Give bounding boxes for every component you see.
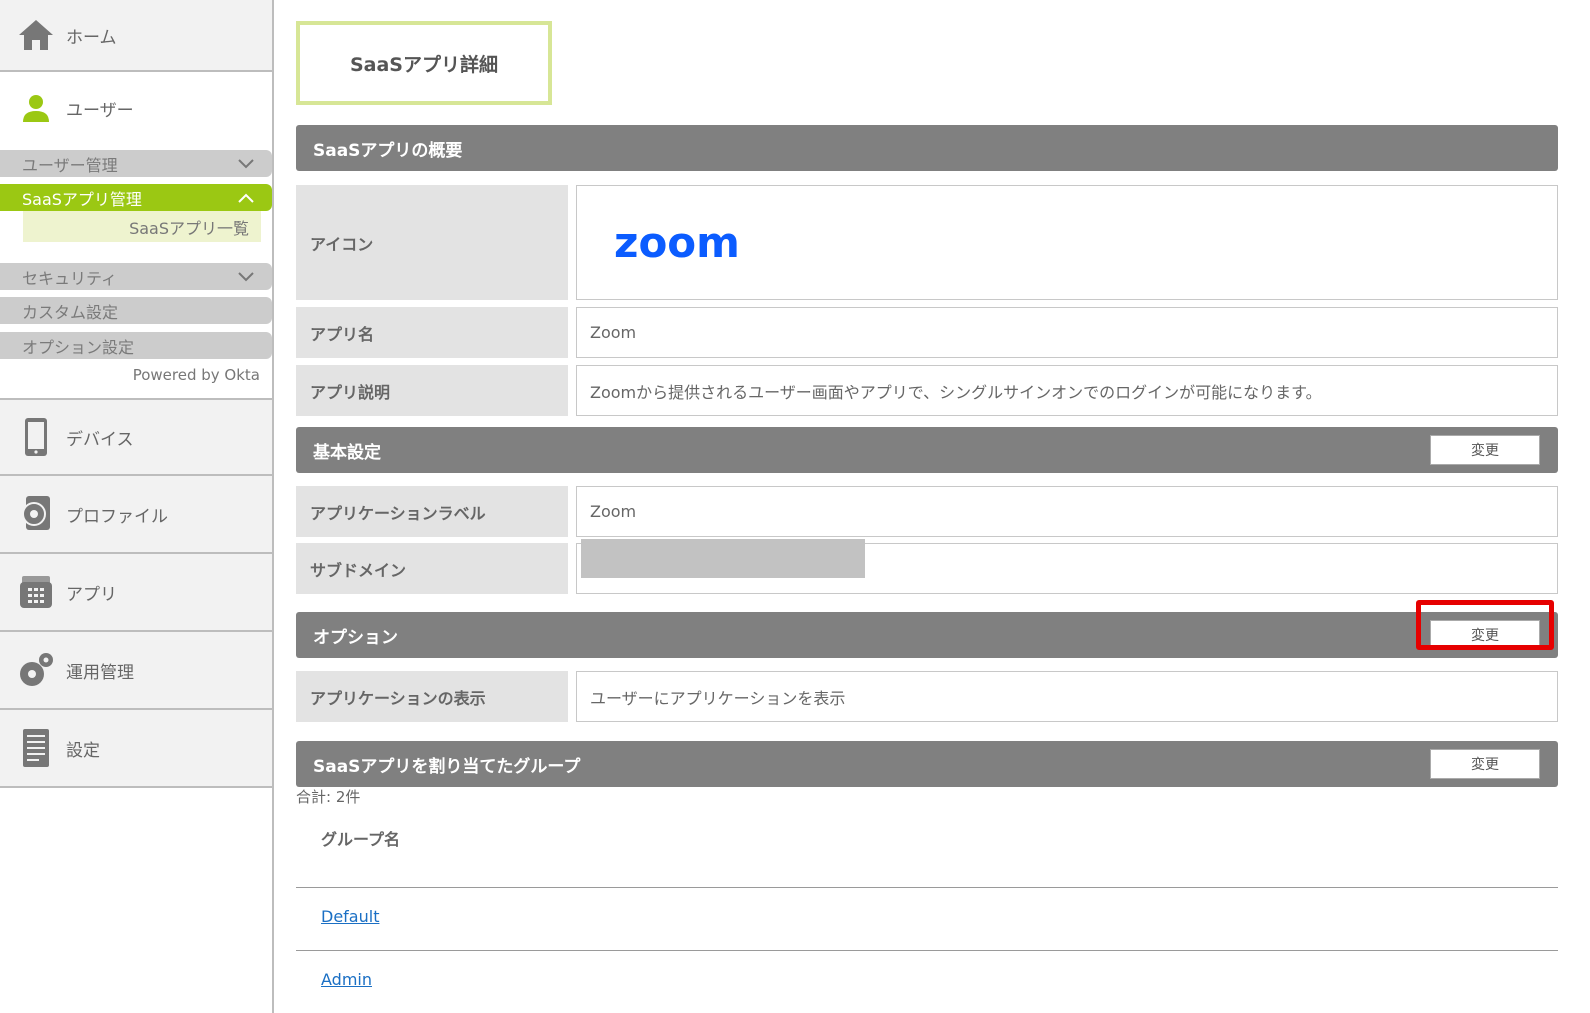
user-icon <box>16 88 56 128</box>
powered-by-text: Powered by Okta <box>132 366 260 384</box>
nav-device-label: デバイス <box>66 429 134 450</box>
app-name-label: アプリ名 <box>296 307 568 358</box>
zoom-logo: zoom <box>614 218 740 267</box>
basic-settings-section-header: 基本設定 <box>296 427 1558 473</box>
app-display-value: ユーザーにアプリケーションを表示 <box>576 671 1558 722</box>
icon-value: zoom <box>576 185 1558 300</box>
nav-user-label: ユーザー <box>66 100 134 121</box>
chevron-down-icon <box>234 265 258 289</box>
overview-section-header: SaaSアプリの概要 <box>296 125 1558 171</box>
sidebar-item-saas-list[interactable]: SaaSアプリ一覧 <box>23 211 261 242</box>
smartphone-icon <box>16 417 56 457</box>
icon-label: アイコン <box>296 185 568 300</box>
chevron-down-icon <box>234 152 258 176</box>
sidebar-item-saas-management[interactable]: SaaSアプリ管理 <box>0 184 272 211</box>
group-link-default[interactable]: Default <box>321 907 379 926</box>
sidebar-item-option-settings[interactable]: オプション設定 <box>0 332 272 359</box>
sidebar-item-user-management[interactable]: ユーザー管理 <box>0 150 272 177</box>
sidebar-item-custom-settings[interactable]: カスタム設定 <box>0 297 272 324</box>
table-divider <box>296 887 1558 888</box>
nav-profile[interactable]: プロファイル <box>0 476 272 554</box>
app-display-label: アプリケーションの表示 <box>296 671 568 722</box>
subdomain-label: サブドメイン <box>296 543 568 594</box>
home-icon <box>16 15 56 55</box>
document-icon <box>16 728 56 768</box>
nav-operations[interactable]: 運用管理 <box>0 632 272 710</box>
nav-settings[interactable]: 設定 <box>0 710 272 788</box>
sidebar-item-label: オプション設定 <box>22 337 135 357</box>
table-divider <box>296 950 1558 951</box>
sidebar: ホーム ユーザー ユーザー管理 SaaSアプリ管理 SaaSアプリ一覧 セキュリ… <box>0 0 274 1013</box>
groups-section-header: SaaSアプリを割り当てたグループ <box>296 741 1558 787</box>
sidebar-item-label: カスタム設定 <box>22 302 119 322</box>
gears-icon <box>16 650 56 690</box>
highlight-box <box>1416 600 1554 650</box>
nav-user[interactable]: ユーザー <box>0 72 272 144</box>
groups-total-count: 合計: 2件 <box>296 788 361 806</box>
group-name-column-header: グループ名 <box>321 830 401 849</box>
page-title: SaaSアプリ詳細 <box>296 21 552 105</box>
groups-header-label: SaaSアプリを割り当てたグループ <box>313 756 581 777</box>
basic-settings-change-button[interactable]: 変更 <box>1430 435 1540 465</box>
nav-device[interactable]: デバイス <box>0 398 272 476</box>
nav-app-label: アプリ <box>66 584 117 605</box>
sidebar-item-label: ユーザー管理 <box>22 155 118 175</box>
nav-operations-label: 運用管理 <box>66 662 134 683</box>
group-link-admin[interactable]: Admin <box>321 970 372 989</box>
nav-app[interactable]: アプリ <box>0 554 272 632</box>
nav-home-label: ホーム <box>66 27 117 48</box>
basic-settings-header-label: 基本設定 <box>313 442 381 463</box>
overview-header-label: SaaSアプリの概要 <box>313 140 463 161</box>
application-label-label: アプリケーションラベル <box>296 486 568 537</box>
nav-home[interactable]: ホーム <box>0 0 272 72</box>
chevron-up-icon <box>234 186 258 210</box>
app-description-label: アプリ説明 <box>296 365 568 416</box>
nav-settings-label: 設定 <box>66 740 100 761</box>
application-label-value: Zoom <box>576 486 1558 537</box>
app-description-value: Zoomから提供されるユーザー画面やアプリで、シングルサインオンでのログインが可… <box>576 365 1558 416</box>
profile-gear-icon <box>16 494 56 534</box>
subdomain-redacted-block <box>581 539 865 578</box>
app-grid-icon <box>16 572 56 612</box>
options-section-header: オプション <box>296 612 1558 658</box>
sidebar-item-security[interactable]: セキュリティ <box>0 263 272 290</box>
sidebar-item-label: SaaSアプリ管理 <box>22 189 142 209</box>
nav-profile-label: プロファイル <box>66 506 168 527</box>
options-header-label: オプション <box>313 627 398 648</box>
app-name-value: Zoom <box>576 307 1558 358</box>
sidebar-item-label: セキュリティ <box>22 268 118 288</box>
groups-change-button[interactable]: 変更 <box>1430 749 1540 779</box>
